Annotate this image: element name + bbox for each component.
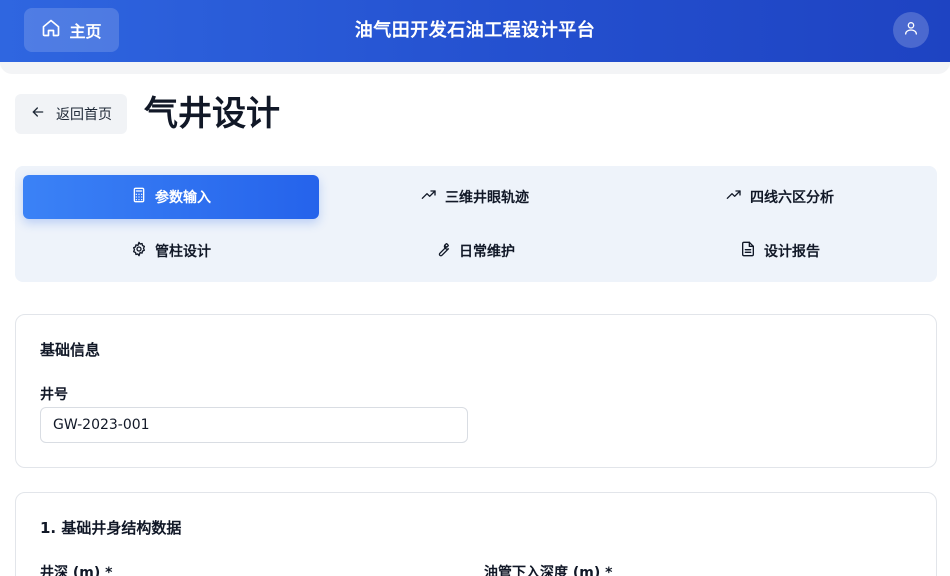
home-button[interactable]: 主页 bbox=[24, 8, 119, 52]
well-structure-card: 1. 基础井身结构数据 井深 (m) * 油管下入深度 (m) * bbox=[15, 492, 937, 576]
tab-label: 管柱设计 bbox=[155, 244, 211, 260]
trending-up-icon bbox=[421, 187, 437, 207]
user-avatar-button[interactable] bbox=[893, 12, 929, 48]
document-icon bbox=[740, 241, 756, 261]
tab-label: 参数输入 bbox=[155, 190, 211, 206]
well-structure-title: 1. 基础井身结构数据 bbox=[40, 519, 182, 537]
user-icon bbox=[903, 20, 919, 40]
tab-tubing-design[interactable]: 管柱设计 bbox=[23, 229, 319, 273]
tab-four-line-six-zone[interactable]: 四线六区分析 bbox=[631, 175, 929, 219]
top-bar: 主页 油气田开发石油工程设计平台 bbox=[0, 0, 950, 62]
tab-label: 三维井眼轨迹 bbox=[445, 190, 529, 206]
page-title: 气井设计 bbox=[144, 94, 280, 134]
header-underlay bbox=[0, 62, 950, 74]
tab-label: 设计报告 bbox=[764, 244, 820, 260]
tab-daily-maintenance[interactable]: 日常维护 bbox=[327, 229, 623, 273]
home-button-label: 主页 bbox=[69, 22, 102, 41]
basic-info-card: 基础信息 井号 bbox=[15, 314, 937, 468]
wrench-icon bbox=[435, 241, 451, 261]
home-icon bbox=[41, 18, 61, 42]
tab-label: 四线六区分析 bbox=[750, 190, 834, 206]
design-tabs: 参数输入 三维井眼轨迹 四线六区分析 管柱设计 日常维护 设计报告 bbox=[15, 166, 937, 282]
well-no-input[interactable] bbox=[40, 407, 468, 443]
tubing-depth-label: 油管下入深度 (m) * bbox=[484, 565, 613, 576]
tab-label: 日常维护 bbox=[459, 244, 515, 260]
back-button-label: 返回首页 bbox=[56, 107, 112, 123]
gear-icon bbox=[131, 241, 147, 261]
calculator-icon bbox=[131, 187, 147, 207]
app-title: 油气田开发石油工程设计平台 bbox=[354, 20, 596, 41]
basic-info-title: 基础信息 bbox=[40, 341, 101, 359]
tab-design-report[interactable]: 设计报告 bbox=[631, 229, 929, 273]
tab-3d-trajectory[interactable]: 三维井眼轨迹 bbox=[327, 175, 623, 219]
well-no-label: 井号 bbox=[40, 387, 68, 403]
back-to-home-button[interactable]: 返回首页 bbox=[15, 94, 127, 134]
tab-parameter-input[interactable]: 参数输入 bbox=[23, 175, 319, 219]
arrow-left-icon bbox=[30, 104, 46, 124]
trending-up-icon bbox=[726, 187, 742, 207]
well-depth-label: 井深 (m) * bbox=[40, 565, 113, 576]
